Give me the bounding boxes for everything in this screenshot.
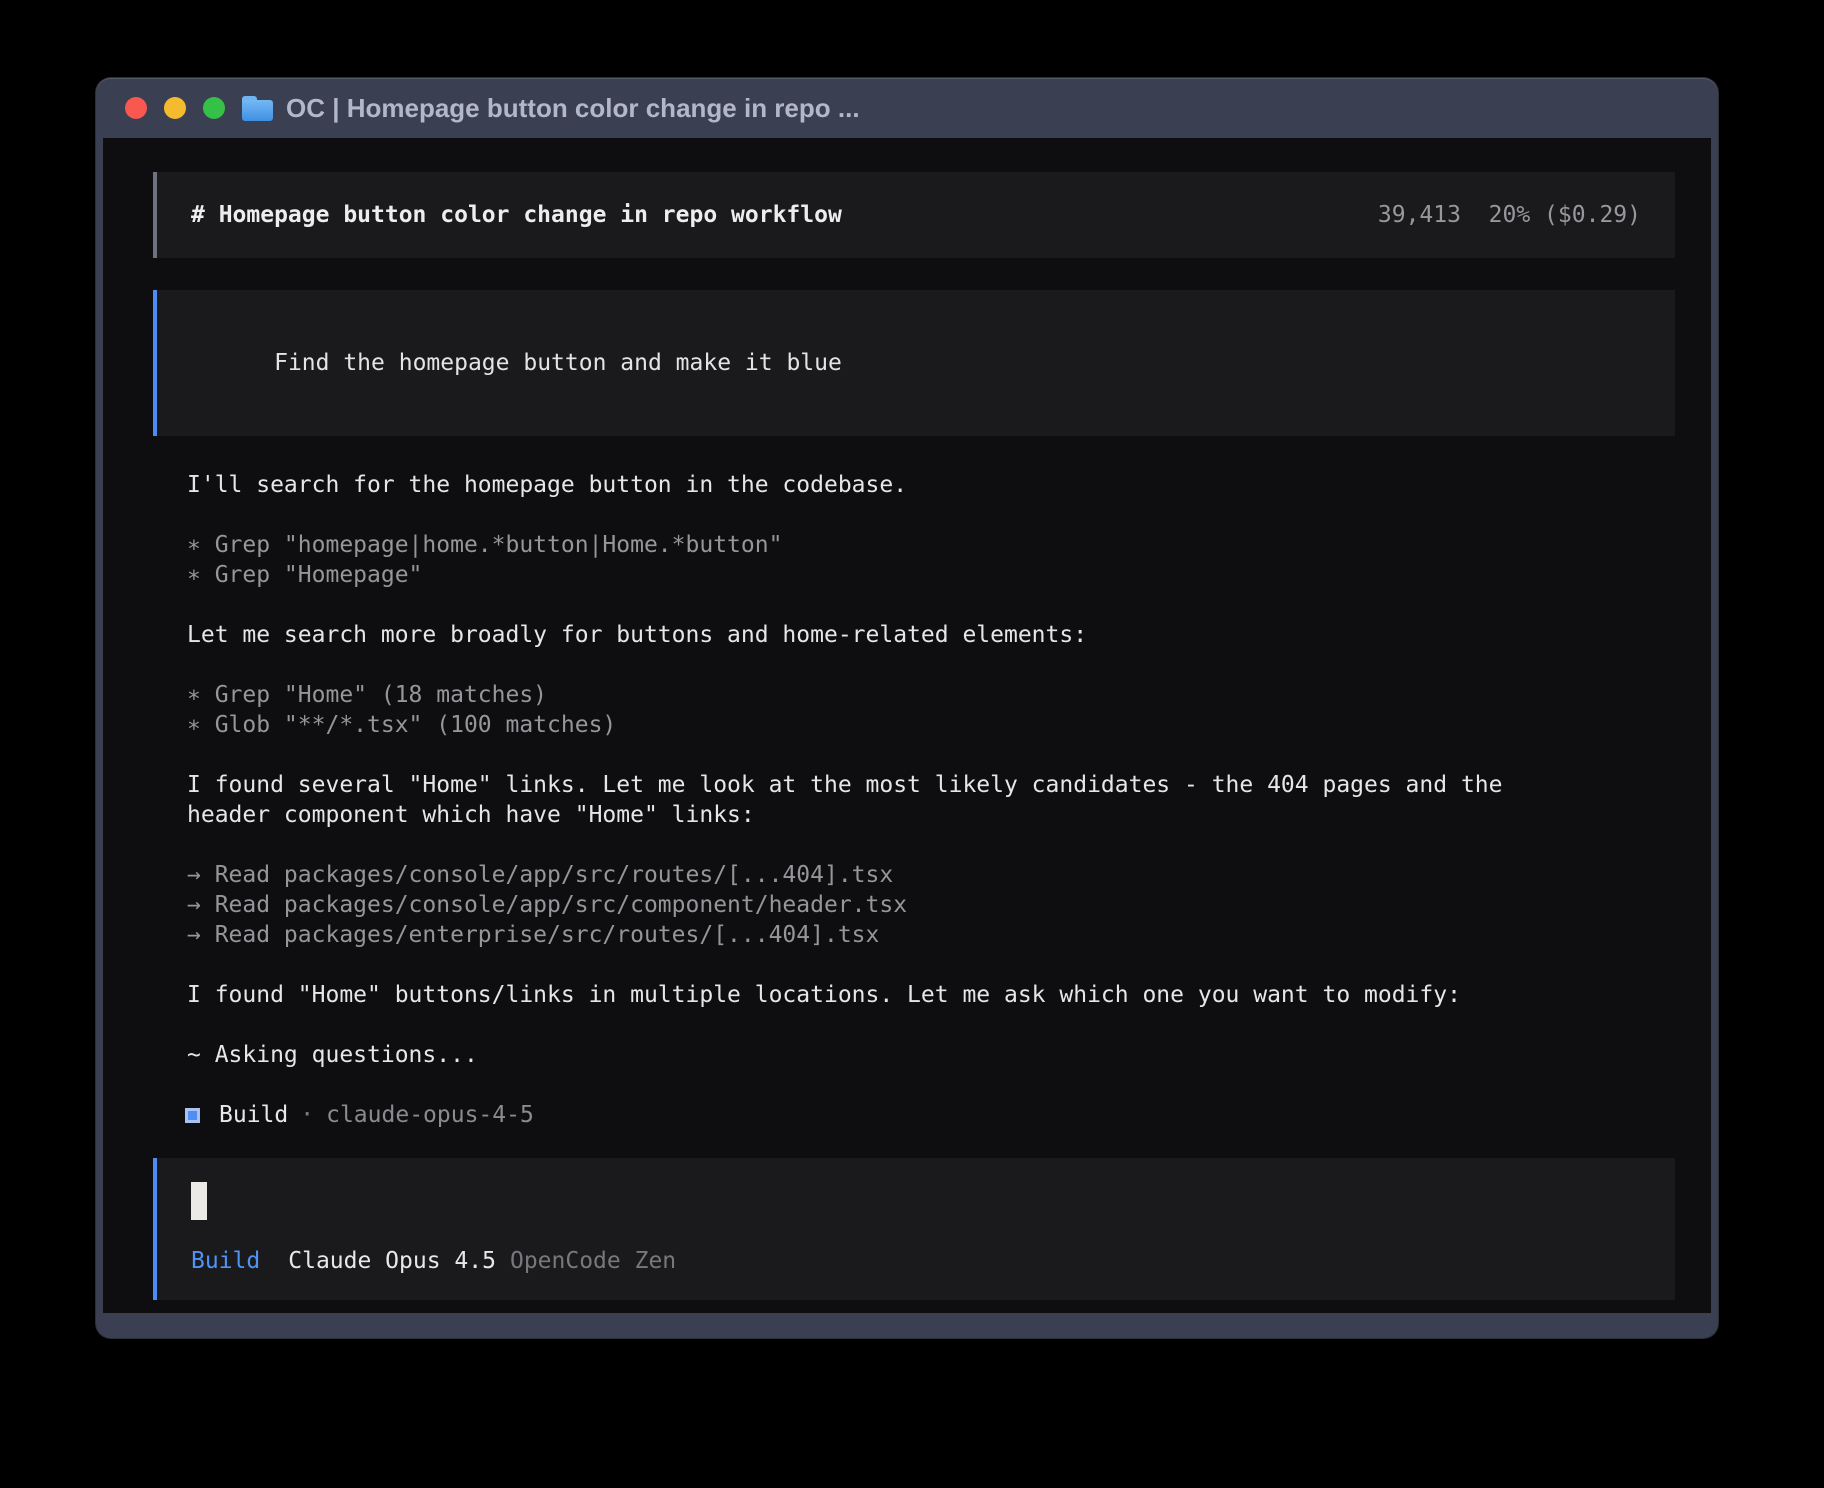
input-mode-label: Build [191, 1246, 260, 1276]
transcript-line: I found several "Home" links. Let me loo… [187, 770, 1675, 800]
traffic-lights [125, 97, 225, 119]
transcript-line [187, 830, 1675, 860]
transcript-line: I found "Home" buttons/links in multiple… [187, 980, 1675, 1010]
transcript-line [187, 590, 1675, 620]
transcript-line: → Read packages/console/app/src/routes/[… [187, 860, 1675, 890]
text-cursor [191, 1182, 207, 1220]
session-title: # Homepage button color change in repo w… [191, 200, 842, 230]
transcript-line: I'll search for the homepage button in t… [187, 470, 1675, 500]
input-footer: Build Claude Opus 4.5 OpenCode Zen [191, 1246, 1641, 1276]
transcript-line: ∗ Grep "Homepage" [187, 560, 1675, 590]
transcript-line [187, 1010, 1675, 1040]
close-button[interactable] [125, 97, 147, 119]
user-message-text: Find the homepage button and make it blu… [274, 350, 842, 376]
session-stats: 39,413 20% ($0.29) [1378, 200, 1641, 230]
transcript-line: → Read packages/enterprise/src/routes/[.… [187, 920, 1675, 950]
transcript-line: header component which have "Home" links… [187, 800, 1675, 830]
agent-name: Build [219, 1100, 288, 1130]
agent-build-icon [185, 1108, 200, 1123]
agent-model: claude-opus-4-5 [326, 1100, 534, 1130]
transcript-line: ∗ Grep "homepage|home.*button|Home.*butt… [187, 530, 1675, 560]
input-provider-label: OpenCode Zen [510, 1246, 676, 1276]
terminal-content[interactable]: # Homepage button color change in repo w… [103, 138, 1711, 1313]
terminal-window: OC | Homepage button color change in rep… [96, 78, 1718, 1338]
window-title: OC | Homepage button color change in rep… [286, 93, 860, 124]
zoom-button[interactable] [203, 97, 225, 119]
input-model-label: Claude Opus 4.5 [288, 1246, 496, 1276]
minimize-button[interactable] [164, 97, 186, 119]
transcript-line: ∗ Grep "Home" (18 matches) [187, 680, 1675, 710]
transcript-line: Let me search more broadly for buttons a… [187, 620, 1675, 650]
transcript-line: ~ Asking questions... [187, 1040, 1675, 1070]
assistant-transcript: I'll search for the homepage button in t… [187, 470, 1675, 1070]
transcript-line: ∗ Glob "**/*.tsx" (100 matches) [187, 710, 1675, 740]
agent-separator: · [300, 1100, 314, 1130]
transcript-line [187, 500, 1675, 530]
session-header: # Homepage button color change in repo w… [153, 172, 1675, 258]
prompt-input[interactable]: Build Claude Opus 4.5 OpenCode Zen [153, 1158, 1675, 1300]
agent-status-row: Build · claude-opus-4-5 [185, 1100, 1675, 1130]
transcript-line: → Read packages/console/app/src/componen… [187, 890, 1675, 920]
transcript-line [187, 950, 1675, 980]
transcript-line [187, 740, 1675, 770]
titlebar: OC | Homepage button color change in rep… [103, 78, 1711, 138]
folder-icon [242, 96, 273, 121]
user-message: Find the homepage button and make it blu… [153, 290, 1675, 436]
transcript-line [187, 650, 1675, 680]
